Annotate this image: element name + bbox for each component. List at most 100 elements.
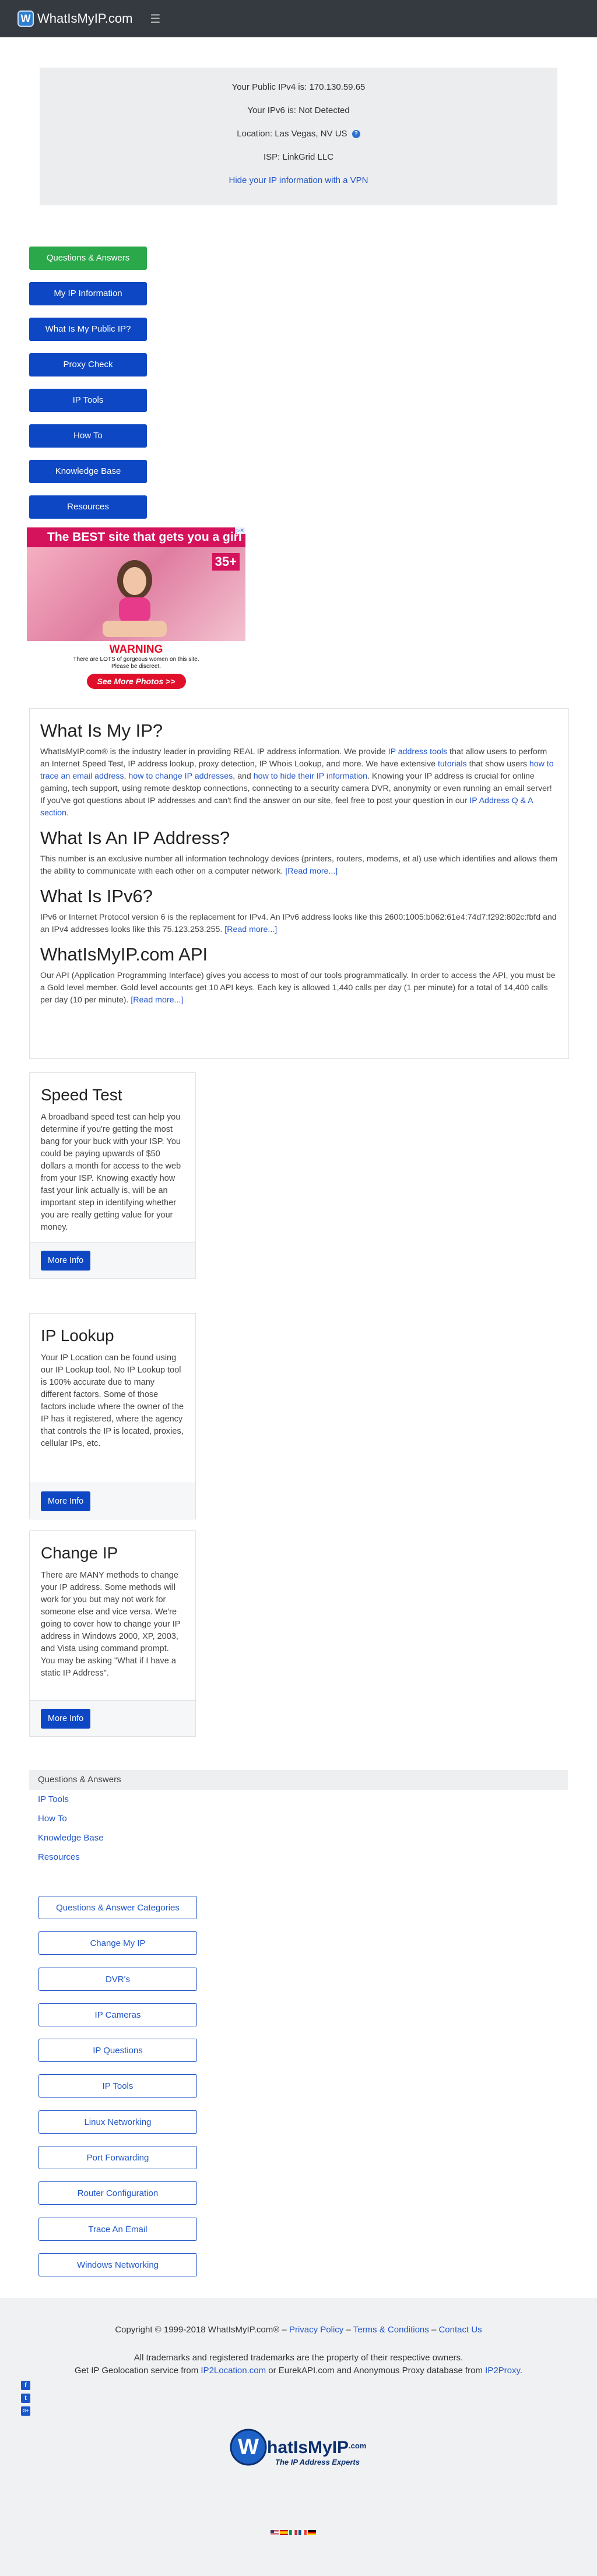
heading-what-is-ip-address: What Is An IP Address? <box>40 828 230 848</box>
card-title: Speed Test <box>41 1086 122 1104</box>
menu-questions-answers[interactable]: Questions & Answers <box>29 247 147 270</box>
card-text: There are MANY methods to change your IP… <box>41 1571 181 1678</box>
ad-age-badge: 35+ <box>212 553 240 571</box>
read-more-link[interactable]: [Read more...] <box>285 867 338 876</box>
advertisement[interactable]: The BEST site that gets you a girl 35+ ▷… <box>27 527 245 696</box>
ad-warning: WARNING <box>109 643 163 656</box>
menu-knowledge-base[interactable]: Knowledge Base <box>29 460 147 483</box>
card-text: Your IP Location can be found using our … <box>41 1353 184 1448</box>
ip2location-link[interactable]: IP2Location.com <box>201 2366 266 2376</box>
menu-how-to[interactable]: How To <box>29 424 147 448</box>
ipv4-text: Your Public IPv4 is: 170.130.59.65 <box>231 82 366 92</box>
svg-text:The IP Address Experts: The IP Address Experts <box>275 2458 360 2466</box>
facebook-icon[interactable]: f <box>21 2381 30 2390</box>
category-qa-categories[interactable]: Questions & Answer Categories <box>38 1896 197 1919</box>
us-flag-icon[interactable] <box>271 2530 279 2535</box>
menu-ip-tools[interactable]: IP Tools <box>29 389 147 412</box>
hide-ip-link[interactable]: how to hide their IP information <box>254 772 367 781</box>
more-info-button[interactable]: More Info <box>41 1709 91 1729</box>
ip-info-panel: Your Public IPv4 is: 170.130.59.65 Your … <box>40 68 557 205</box>
category-trace-an-email[interactable]: Trace An Email <box>38 2217 197 2241</box>
category-change-my-ip[interactable]: Change My IP <box>38 1931 197 1955</box>
svg-text:hatIsMyIP: hatIsMyIP <box>267 2438 349 2457</box>
ad-headline: The BEST site that gets you a girl <box>27 527 245 547</box>
menu-what-is-my-public-ip[interactable]: What Is My Public IP? <box>29 318 147 341</box>
copyright-line: Copyright © 1999-2018 WhatIsMyIP.com® – … <box>115 2325 482 2335</box>
footer-link-resources[interactable]: Resources <box>29 1847 568 1867</box>
ipv6-text: Your IPv6 is: Not Detected <box>247 105 350 115</box>
footer-link-knowledge-base[interactable]: Knowledge Base <box>29 1828 568 1847</box>
privacy-policy-link[interactable]: Privacy Policy <box>289 2325 343 2335</box>
geolocation-credit: Get IP Geolocation service from IP2Locat… <box>74 2366 523 2376</box>
hide-ip-vpn-link[interactable]: Hide your IP information with a VPN <box>229 175 368 185</box>
language-flags <box>271 2530 316 2535</box>
brand-link[interactable]: W WhatIsMyIP.com <box>17 10 132 27</box>
site-footer: Copyright © 1999-2018 WhatIsMyIP.com® – … <box>0 2298 597 2576</box>
ad-image[interactable]: The BEST site that gets you a girl 35+ ▷… <box>27 527 245 641</box>
category-router-configuration[interactable]: Router Configuration <box>38 2181 197 2205</box>
footer-link-header[interactable]: Questions & Answers <box>29 1770 568 1790</box>
paragraph-ipv6: IPv6 or Internet Protocol version 6 is t… <box>40 913 557 934</box>
top-navbar: W WhatIsMyIP.com ☰ <box>0 0 597 37</box>
card-ip-lookup: IP Lookup Your IP Location can be found … <box>29 1313 196 1519</box>
isp-text: ISP: LinkGrid LLC <box>263 152 334 162</box>
menu-my-ip-information[interactable]: My IP Information <box>29 282 147 305</box>
side-menu: Questions & Answers My IP Information Wh… <box>29 247 147 531</box>
menu-proxy-check[interactable]: Proxy Check <box>29 353 147 376</box>
whatismyip-logo: W hatIsMyIP .com The IP Address Experts <box>230 2429 366 2466</box>
category-dvrs[interactable]: DVR's <box>38 1967 197 1991</box>
card-change-ip: Change IP There are MANY methods to chan… <box>29 1530 196 1737</box>
ad-subtext-1: There are LOTS of gorgeous women on this… <box>73 656 199 663</box>
more-info-button[interactable]: More Info <box>41 1491 91 1511</box>
paragraph-what-is-my-ip: WhatIsMyIP.com® is the industry leader i… <box>40 747 554 818</box>
paragraph-ip-address: This number is an exclusive number all i… <box>40 854 558 876</box>
google-plus-icon[interactable]: G+ <box>21 2406 30 2416</box>
ip-address-tools-link[interactable]: IP address tools <box>388 747 447 756</box>
question-icon[interactable]: ? <box>352 130 360 139</box>
paragraph-api: Our API (Application Programming Interfa… <box>40 971 556 1005</box>
read-more-link[interactable]: [Read more...] <box>224 925 277 934</box>
location-line: Location: Las Vegas, NV US ? <box>40 122 557 146</box>
es-flag-icon[interactable] <box>280 2530 288 2535</box>
ad-choices-icon[interactable]: ▷✕ <box>234 527 245 534</box>
change-ip-link[interactable]: how to change IP addresses <box>128 772 233 781</box>
contact-us-link[interactable]: Contact Us <box>438 2325 482 2335</box>
card-text: A broadband speed test can help you dete… <box>41 1113 181 1232</box>
footer-link-list: Questions & Answers IP Tools How To Know… <box>29 1770 568 1867</box>
ad-see-more-button[interactable]: See More Photos >> <box>86 674 186 689</box>
ip2proxy-link[interactable]: IP2Proxy <box>485 2366 520 2376</box>
card-title: IP Lookup <box>41 1326 114 1345</box>
hamburger-icon[interactable]: ☰ <box>150 12 160 26</box>
brand-name: WhatIsMyIP.com <box>37 11 133 26</box>
twitter-icon[interactable]: t <box>21 2394 30 2403</box>
card-speed-test: Speed Test A broadband speed test can he… <box>29 1072 196 1279</box>
category-ip-cameras[interactable]: IP Cameras <box>38 2003 197 2026</box>
category-windows-networking[interactable]: Windows Networking <box>38 2253 197 2276</box>
fr-flag-icon[interactable] <box>298 2530 307 2535</box>
it-flag-icon[interactable] <box>289 2530 297 2535</box>
category-ip-tools[interactable]: IP Tools <box>38 2074 197 2098</box>
footer-link-how-to[interactable]: How To <box>29 1809 568 1828</box>
menu-resources[interactable]: Resources <box>29 495 147 519</box>
qa-category-list: Questions & Answer Categories Change My … <box>38 1896 197 2289</box>
brand-logo-icon: W <box>17 10 34 27</box>
more-info-button[interactable]: More Info <box>41 1251 91 1271</box>
tutorials-link[interactable]: tutorials <box>438 759 467 769</box>
svg-text:.com: .com <box>349 2441 366 2450</box>
read-more-link[interactable]: [Read more...] <box>131 995 183 1005</box>
footer-link-ip-tools[interactable]: IP Tools <box>29 1790 568 1809</box>
category-port-forwarding[interactable]: Port Forwarding <box>38 2146 197 2170</box>
heading-api: WhatIsMyIP.com API <box>40 944 208 965</box>
location-text: Location: Las Vegas, NV US <box>237 129 347 139</box>
de-flag-icon[interactable] <box>308 2530 316 2535</box>
heading-what-is-ipv6: What Is IPv6? <box>40 886 153 906</box>
trademark-notice: All trademarks and registered trademarks… <box>0 2352 597 2377</box>
ad-subtext-2: Please be discreet. <box>111 663 161 670</box>
ad-photo <box>103 560 167 637</box>
card-title: Change IP <box>41 1544 118 1562</box>
svg-text:W: W <box>238 2435 259 2459</box>
category-ip-questions[interactable]: IP Questions <box>38 2039 197 2063</box>
category-linux-networking[interactable]: Linux Networking <box>38 2110 197 2134</box>
heading-what-is-my-ip: What Is My IP? <box>40 720 163 741</box>
terms-link[interactable]: Terms & Conditions <box>353 2325 429 2335</box>
